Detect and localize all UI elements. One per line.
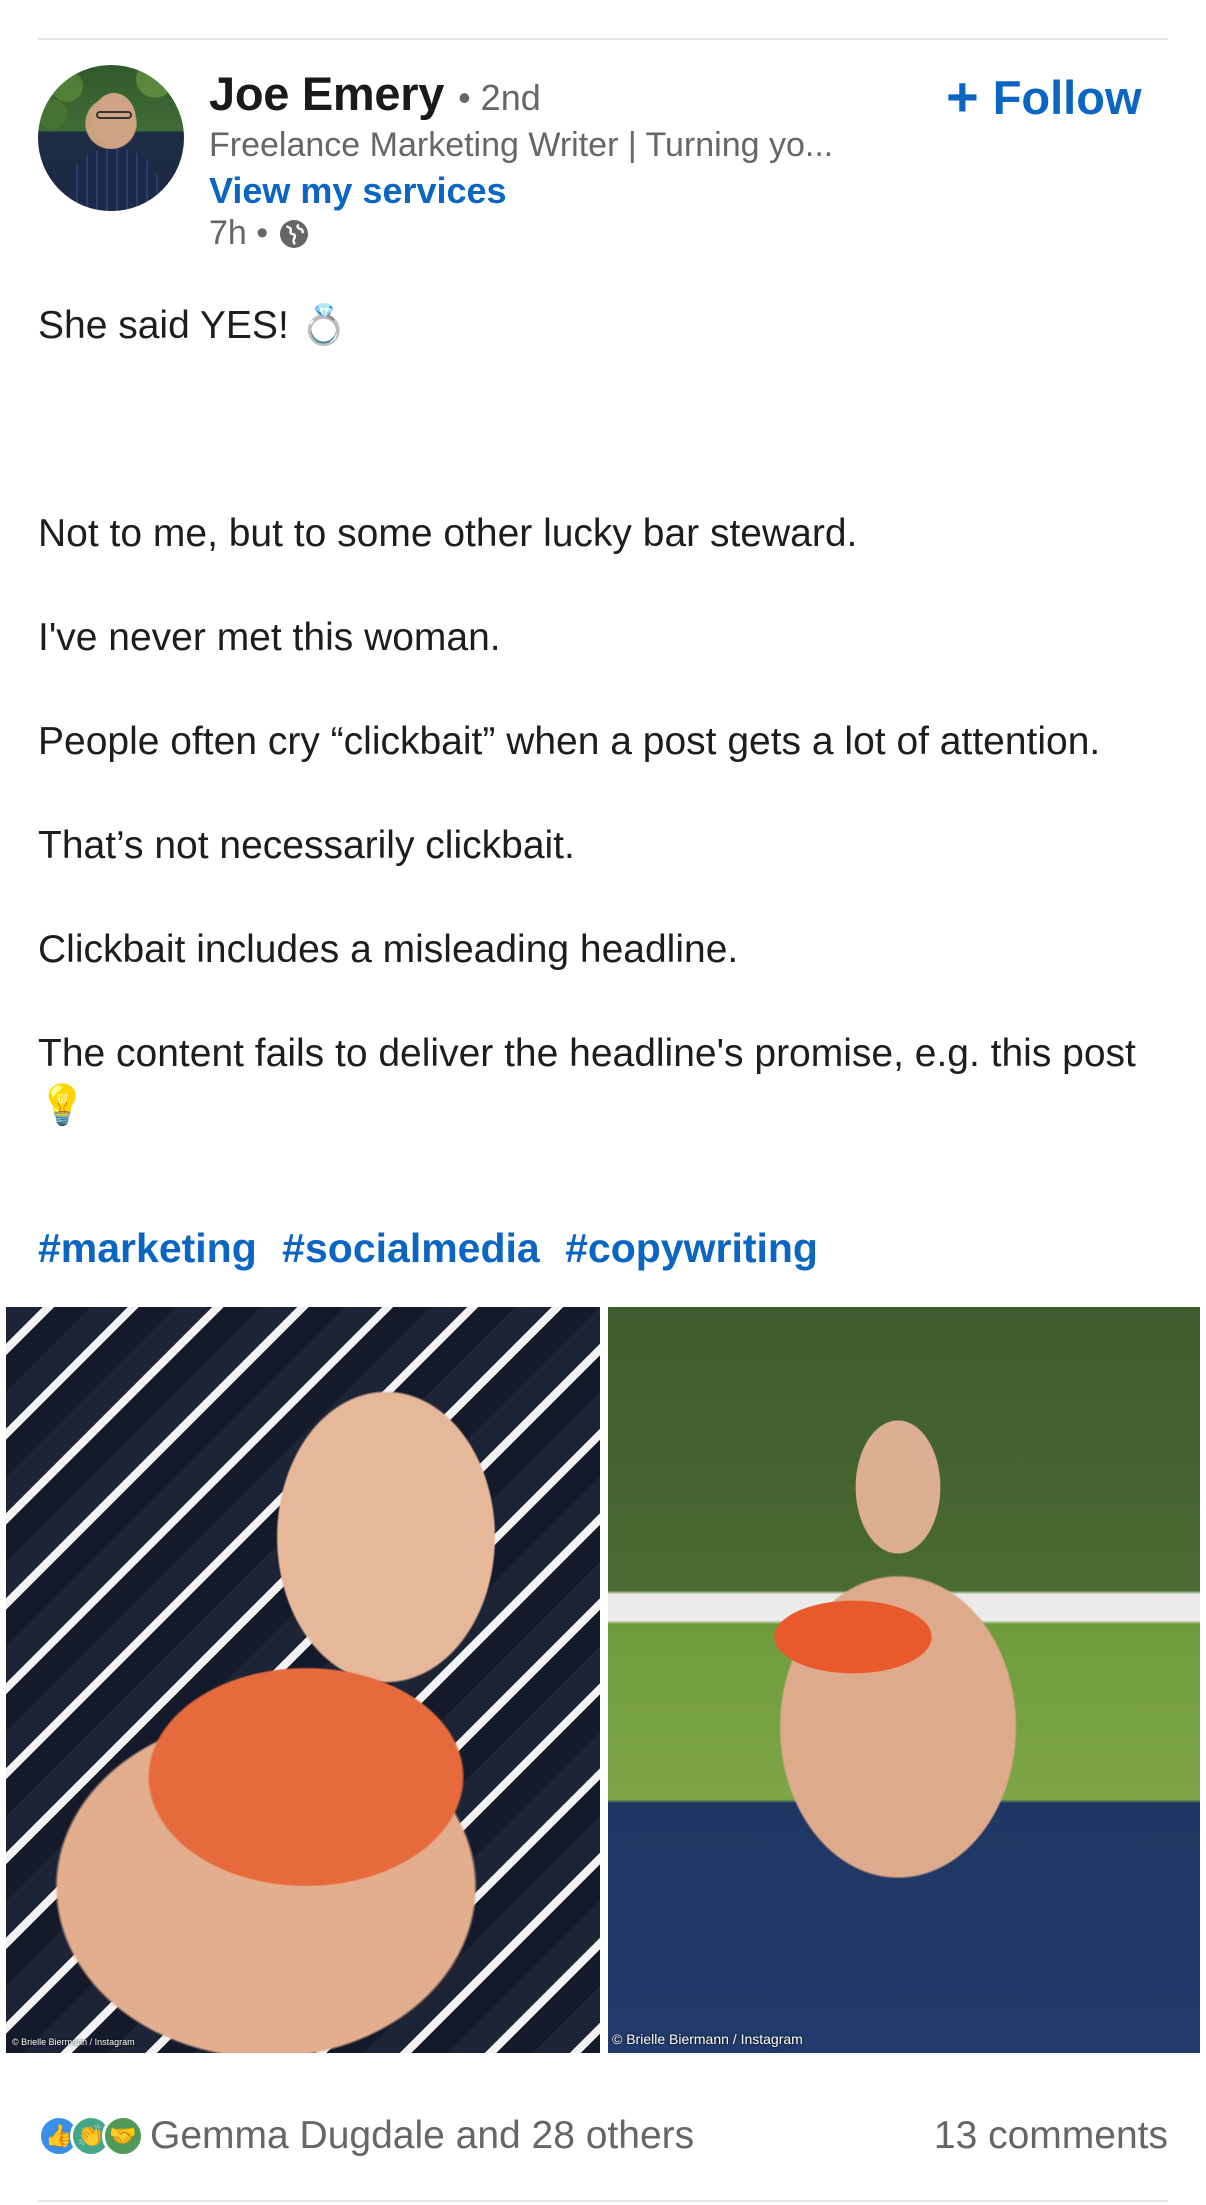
post-line (38, 768, 1168, 820)
author-name[interactable]: Joe Emery (209, 66, 444, 121)
connection-degree: • 2nd (458, 77, 541, 118)
reactions-summary[interactable]: Gemma Dugdale and 28 others (150, 2114, 694, 2158)
support-icon: 🤝 (102, 2115, 144, 2157)
post-line: I've never met this woman. (38, 616, 501, 659)
post-line: The content fails to deliver the headlin… (38, 1032, 1136, 1127)
post-line (38, 352, 1168, 404)
post-image-1[interactable]: © Brielle Biermann / Instagram (6, 1307, 600, 2053)
plus-icon: + (946, 65, 979, 128)
post-line: That’s not necessarily clickbait. (38, 824, 575, 867)
top-divider (38, 38, 1168, 40)
hashtag-link[interactable]: #copywriting (565, 1225, 818, 1271)
post-line (38, 664, 1168, 716)
post-image-2[interactable]: © Brielle Biermann / Instagram (608, 1307, 1200, 2053)
comments-count[interactable]: 13 comments (934, 2114, 1168, 2158)
author-name-line[interactable]: Joe Emery • 2nd (209, 66, 541, 126)
post-meta: 7h • (209, 214, 310, 253)
image-credit: © Brielle Biermann / Instagram (12, 2037, 135, 2047)
hashtag-link[interactable]: #socialmedia (282, 1225, 540, 1271)
post-body: She said YES! 💍 Not to me, but to some o… (38, 300, 1168, 1132)
post-line (38, 456, 1168, 508)
view-services-link[interactable]: View my services (209, 170, 507, 212)
follow-button[interactable]: + Follow (946, 64, 1142, 130)
post-line (38, 872, 1168, 924)
reaction-icons[interactable]: 👍 👏 🤝 (38, 2115, 144, 2157)
author-avatar[interactable] (38, 65, 184, 211)
author-headline: Freelance Marketing Writer | Turning yo.… (209, 126, 834, 164)
post-line: Clickbait includes a misleading headline… (38, 928, 739, 971)
image-credit: © Brielle Biermann / Instagram (612, 2031, 803, 2047)
post-line (38, 560, 1168, 612)
post-line (38, 976, 1168, 1028)
post-line: Not to me, but to some other lucky bar s… (38, 512, 858, 555)
follow-label: Follow (992, 70, 1142, 124)
post-time: 7h • (209, 214, 269, 252)
post-line (38, 404, 1168, 456)
bottom-divider (38, 2200, 1168, 2202)
hashtag-link[interactable]: #marketing (38, 1225, 257, 1271)
post-line: She said YES! 💍 (38, 304, 349, 347)
globe-icon (280, 219, 309, 248)
hashtag-list: #marketing #socialmedia #copywriting (38, 1225, 832, 1272)
social-counts: 👍 👏 🤝 Gemma Dugdale and 28 others 13 com… (38, 2106, 1168, 2166)
post-line: People often cry “clickbait” when a post… (38, 720, 1101, 763)
